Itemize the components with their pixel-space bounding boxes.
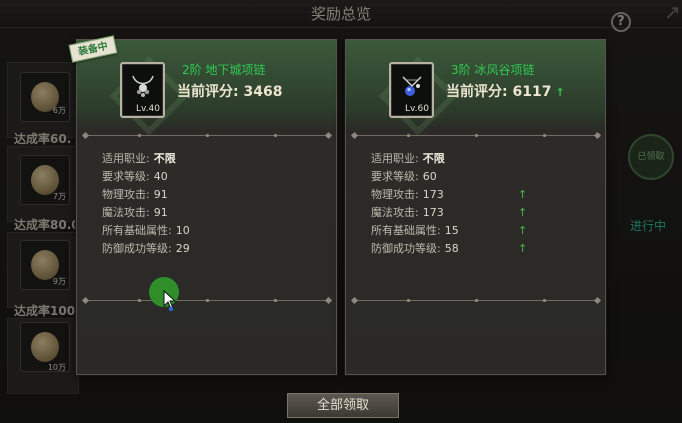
stat-value: 91 (153, 206, 168, 219)
divider (83, 299, 331, 302)
stat-key: 物理攻击: (102, 188, 150, 201)
stat-value: 91 (153, 188, 168, 201)
stat-key: 魔法攻击: (371, 206, 419, 219)
divider-dot (138, 299, 141, 302)
stat-value: 173 (422, 206, 444, 219)
item-score: 当前评分: 3468 (177, 81, 282, 101)
coin-value: 6万 (52, 106, 66, 115)
item-level: Lv.60 (405, 104, 429, 114)
status-label: 进行中 (630, 219, 667, 233)
page-title: 奖励总览 (0, 0, 682, 28)
divider (83, 134, 331, 137)
stat-key: 要求等级: (102, 170, 150, 183)
stat-row: 物理攻击: 173 ↑ (371, 186, 591, 204)
item-name: 3阶 冰风谷项链 (451, 63, 535, 77)
stat-list: 适用职业: 不限 要求等级: 40 物理攻击: 91 魔法攻击: 91 所有基础属性: 1… (102, 150, 322, 258)
score-label: 当前评分: (446, 84, 508, 100)
mouse-cursor-icon (163, 290, 177, 312)
equipped-item-card: Lv.40 2阶 地下城项链 当前评分: 3468 适用职业: 不限 要求等级: 4… (76, 39, 337, 375)
score-value: 3468 (243, 84, 283, 100)
reward-overview-screen: 奖励总览 ? ↗ 6万 达成率60. 7万 达成率80.0 9万 达成率100 … (0, 0, 682, 423)
reward-row-label: 达成率80.0 (14, 218, 80, 232)
coin-value: 10万 (47, 363, 66, 372)
help-glyph: ? (617, 13, 625, 29)
stat-key: 所有基础属性: (102, 224, 172, 237)
stat-row: 魔法攻击: 173 ↑ (371, 204, 591, 222)
stat-value: 29 (175, 242, 190, 255)
stat-row: 所有基础属性: 15 ↑ (371, 222, 591, 240)
score-label: 当前评分: (177, 84, 239, 100)
divider-dot (274, 299, 277, 302)
stat-key: 所有基础属性: (371, 224, 441, 237)
divider-dot (206, 134, 209, 137)
stat-key: 魔法攻击: (102, 206, 150, 219)
necklace-icon (402, 76, 422, 96)
divider-dot (475, 299, 478, 302)
up-arrow-icon: ↑ (518, 206, 528, 219)
item-score: 当前评分: 6117 ↑ (446, 81, 565, 101)
stat-value: 173 (422, 188, 444, 201)
stat-row: 要求等级: 60 (371, 168, 591, 186)
score-value: 6117 (512, 84, 552, 100)
stat-key: 物理攻击: (371, 188, 419, 201)
close-icon[interactable]: ↗ (664, 2, 681, 22)
stat-row: 防御成功等级: 29 (102, 240, 322, 258)
coin-value: 9万 (52, 277, 66, 286)
stat-key: 防御成功等级: (102, 242, 172, 255)
stat-row: 魔法攻击: 91 (102, 204, 322, 222)
compare-item-card: Lv.60 3阶 冰风谷项链 当前评分: 6117 ↑ 适用职业: 不限 要求等级:… (345, 39, 606, 375)
stat-key: 要求等级: (371, 170, 419, 183)
divider-dot (274, 134, 277, 137)
necklace-icon (132, 75, 154, 97)
stat-key: 防御成功等级: (371, 242, 441, 255)
coin-value: 7万 (52, 192, 66, 201)
stat-row: 要求等级: 40 (102, 168, 322, 186)
divider-dot (543, 299, 546, 302)
divider-dot (407, 134, 410, 137)
item-level: Lv.40 (136, 104, 160, 114)
stat-key: 适用职业: (102, 152, 150, 165)
stat-value: 15 (444, 224, 459, 237)
divider-dot (475, 134, 478, 137)
divider (352, 134, 600, 137)
up-arrow-icon: ↑ (518, 224, 528, 237)
stat-value: 不限 (422, 152, 445, 165)
reward-row-label: 达成率100 (14, 304, 76, 318)
divider-dot (206, 299, 209, 302)
stat-list: 适用职业: 不限 要求等级: 60 物理攻击: 173 ↑ 魔法攻击: 173 ↑ 所有基础… (371, 150, 591, 258)
item-icon-frame[interactable]: Lv.60 (389, 62, 434, 118)
stat-row: 适用职业: 不限 (371, 150, 591, 168)
reward-row-label: 达成率60. (14, 132, 72, 146)
stat-row: 适用职业: 不限 (102, 150, 322, 168)
stat-value: 不限 (153, 152, 176, 165)
stat-row: 防御成功等级: 58 ↑ (371, 240, 591, 258)
divider-dot (543, 134, 546, 137)
item-icon-frame[interactable]: Lv.40 (120, 62, 165, 118)
divider-dot (407, 299, 410, 302)
stat-value: 40 (153, 170, 168, 183)
stat-row: 所有基础属性: 10 (102, 222, 322, 240)
divider (352, 299, 600, 302)
stat-key: 适用职业: (371, 152, 419, 165)
up-arrow-icon: ↑ (518, 188, 528, 201)
score-up-arrow-icon: ↑ (555, 86, 565, 99)
claimed-badge-icon: 已领取 (628, 134, 674, 180)
collect-all-button[interactable]: 全部领取 (287, 393, 399, 418)
divider-dot (138, 134, 141, 137)
stat-value: 58 (444, 242, 459, 255)
item-name: 2阶 地下城项链 (182, 63, 266, 77)
stat-value: 60 (422, 170, 437, 183)
up-arrow-icon: ↑ (518, 242, 528, 255)
stat-value: 10 (175, 224, 190, 237)
stat-row: 物理攻击: 91 (102, 186, 322, 204)
